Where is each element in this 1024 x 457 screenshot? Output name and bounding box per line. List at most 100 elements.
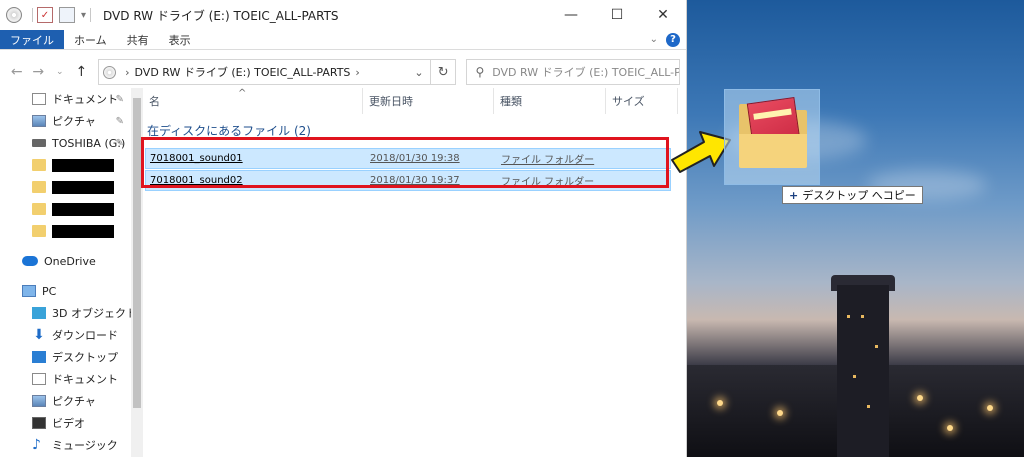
- column-name-label: 名: [149, 95, 160, 108]
- desktop-background: [687, 0, 1024, 457]
- chevron-down-icon[interactable]: ⌄: [408, 66, 430, 79]
- arrow-right-icon: [671, 131, 731, 173]
- sidebar-item-onedrive[interactable]: OneDrive: [0, 250, 130, 272]
- column-type-label: 種類: [500, 95, 522, 108]
- sidebar-item-label: 3D オブジェクト: [52, 307, 137, 320]
- tab-view[interactable]: 表示: [159, 30, 201, 49]
- sidebar-item-pictures[interactable]: ピクチャ ✎: [0, 110, 130, 132]
- download-icon: ⬇: [33, 327, 45, 343]
- sidebar-item-label: ドキュメント: [52, 93, 118, 106]
- city-light: [947, 425, 953, 431]
- sidebar-item-label: TOSHIBA (G:): [52, 136, 126, 150]
- drag-preview: 2: [724, 89, 820, 185]
- sidebar-item-label: ダウンロード: [52, 329, 118, 342]
- city-light: [987, 405, 993, 411]
- sidebar-item-downloads[interactable]: ⬇ ダウンロード: [0, 324, 130, 346]
- sidebar-item-3d-objects[interactable]: 3D オブジェクト: [0, 302, 137, 324]
- back-arrow-icon[interactable]: ←: [6, 64, 28, 80]
- tab-file[interactable]: ファイル: [0, 30, 64, 49]
- tower-window: [867, 405, 870, 408]
- pictures-icon: [32, 395, 46, 407]
- city-light: [917, 395, 923, 401]
- sidebar-item-label: ビデオ: [52, 417, 85, 430]
- recent-dropdown-icon[interactable]: ⌄: [49, 67, 71, 77]
- copy-tooltip: + デスクトップ へコピー: [782, 186, 923, 204]
- sidebar-item-label: ピクチャ: [52, 115, 96, 128]
- separator: [90, 8, 92, 22]
- minimize-button[interactable]: —: [548, 0, 594, 30]
- maximize-button[interactable]: ☐: [594, 0, 640, 30]
- scrollbar-thumb[interactable]: [133, 98, 141, 408]
- plus-icon: +: [789, 188, 799, 202]
- sidebar-item-documents[interactable]: ドキュメント ✎: [0, 88, 130, 110]
- sort-ascending-icon: ^: [238, 88, 247, 99]
- sidebar-item-label: OneDrive: [44, 254, 96, 268]
- pin-icon: ✎: [115, 93, 124, 105]
- city-light: [777, 410, 783, 416]
- search-placeholder: DVD RW ドライブ (E:) TOEIC_ALL-PAR...: [492, 66, 680, 79]
- copy-tooltip-text: デスクトップ へコピー: [802, 189, 916, 202]
- highlight-box: [141, 137, 669, 188]
- folder-front: [739, 134, 807, 168]
- pin-icon: ✎: [115, 115, 124, 127]
- search-icon: ⚲: [475, 65, 485, 79]
- address-bar[interactable]: › DVD RW ドライブ (E:) TOEIC_ALL-PARTS › ⌄: [98, 59, 431, 85]
- sidebar-item-redacted[interactable]: [0, 154, 130, 176]
- forward-arrow-icon[interactable]: →: [28, 64, 50, 80]
- tab-home[interactable]: ホーム: [64, 30, 117, 49]
- redacted-label: [52, 224, 114, 238]
- search-input[interactable]: ⚲ DVD RW ドライブ (E:) TOEIC_ALL-PAR...: [466, 59, 680, 85]
- new-folder-icon[interactable]: [59, 7, 75, 23]
- column-modified-label: 更新日時: [369, 95, 413, 108]
- disc-icon: [6, 7, 22, 23]
- redacted-label: [52, 158, 114, 172]
- sidebar-item-label: ピクチャ: [52, 395, 96, 408]
- explorer-window: ✓ ▾ DVD RW ドライブ (E:) TOEIC_ALL-PARTS — ☐…: [0, 0, 687, 457]
- sidebar-item-redacted[interactable]: [0, 176, 130, 198]
- ribbon-tabs: ファイル ホーム 共有 表示 ⌄ ?: [0, 30, 686, 50]
- pin-icon: ✎: [115, 137, 124, 149]
- folder-icon: [32, 181, 46, 193]
- sidebar-item-documents-pc[interactable]: ドキュメント: [0, 368, 130, 390]
- expand-ribbon-icon[interactable]: ⌄: [650, 34, 658, 45]
- sidebar-item-redacted[interactable]: [0, 220, 130, 242]
- close-button[interactable]: ✕: [640, 0, 686, 30]
- pc-icon: [22, 285, 36, 297]
- tower-window: [847, 315, 850, 318]
- column-size[interactable]: サイズ: [606, 88, 678, 114]
- folder-icon: [32, 159, 46, 171]
- chevron-right-icon[interactable]: ›: [355, 66, 359, 79]
- quick-access-dropdown-icon[interactable]: ▾: [81, 10, 86, 21]
- column-size-label: サイズ: [612, 95, 645, 108]
- folder-icon: [32, 203, 46, 215]
- title-bar: ✓ ▾ DVD RW ドライブ (E:) TOEIC_ALL-PARTS — ☐…: [0, 0, 686, 30]
- sidebar-item-redacted[interactable]: [0, 198, 130, 220]
- column-type[interactable]: 種類: [494, 88, 606, 114]
- help-icon[interactable]: ?: [666, 32, 680, 47]
- column-name[interactable]: 名: [143, 88, 363, 114]
- document-icon: [32, 93, 46, 105]
- chevron-right-icon[interactable]: ›: [125, 66, 129, 79]
- tower-window: [861, 315, 864, 318]
- sidebar-item-desktop[interactable]: デスクトップ: [0, 346, 130, 368]
- navigation-pane: ドキュメント ✎ ピクチャ ✎ TOSHIBA (G:) ✎ OneDrive …: [0, 88, 137, 457]
- ribbon-right: ⌄ ?: [650, 30, 686, 49]
- properties-icon[interactable]: ✓: [37, 7, 53, 23]
- sidebar-item-music[interactable]: ♪ ミュージック: [0, 434, 130, 456]
- window-controls: — ☐ ✕: [548, 0, 686, 30]
- sidebar-item-label: ドキュメント: [52, 373, 118, 386]
- refresh-button[interactable]: ↻: [430, 59, 457, 85]
- column-modified[interactable]: 更新日時: [363, 88, 494, 114]
- sidebar-item-toshiba[interactable]: TOSHIBA (G:) ✎: [0, 132, 130, 154]
- tower: [837, 285, 889, 457]
- sidebar-item-label: ミュージック: [52, 439, 118, 452]
- sidebar-item-pictures-pc[interactable]: ピクチャ: [0, 390, 130, 412]
- tab-share[interactable]: 共有: [117, 30, 159, 49]
- up-arrow-icon[interactable]: ↑: [71, 64, 93, 80]
- 3d-objects-icon: [32, 307, 46, 319]
- breadcrumb[interactable]: DVD RW ドライブ (E:) TOEIC_ALL-PARTS: [135, 64, 351, 80]
- sidebar-item-videos[interactable]: ビデオ: [0, 412, 130, 434]
- sidebar-item-pc[interactable]: PC: [0, 280, 130, 302]
- video-icon: [32, 417, 46, 429]
